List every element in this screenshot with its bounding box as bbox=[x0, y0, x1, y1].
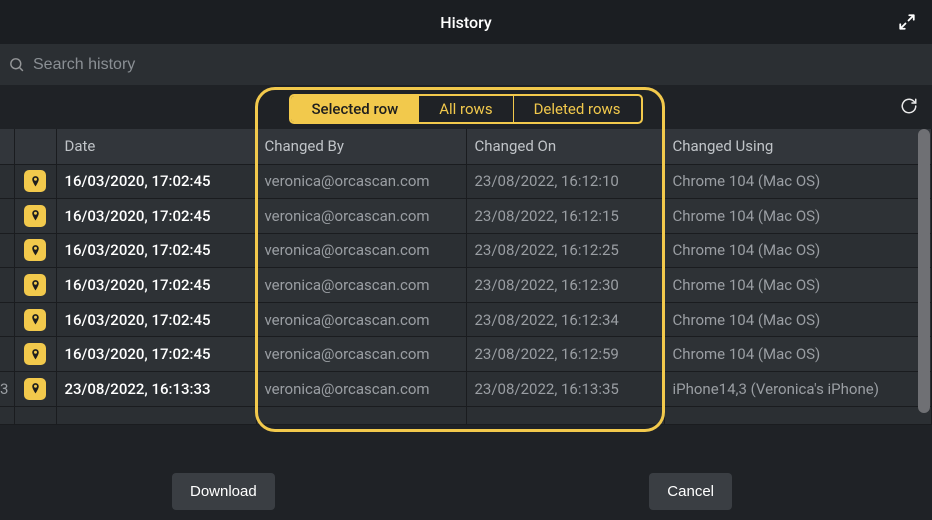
cell-changed-using: Chrome 104 (Mac OS) bbox=[664, 199, 932, 234]
cell-changed-by: veronica@orcascan.com bbox=[256, 337, 466, 372]
table-row-partial bbox=[0, 406, 932, 424]
table-row[interactable]: 16/03/2020, 17:02:45veronica@orcascan.co… bbox=[0, 164, 932, 199]
table-row[interactable]: 16/03/2020, 17:02:45veronica@orcascan.co… bbox=[0, 233, 932, 268]
cell-changed-by: veronica@orcascan.com bbox=[256, 199, 466, 234]
cell-changed-on: 23/08/2022, 16:12:30 bbox=[466, 268, 664, 303]
cell-pin[interactable] bbox=[14, 302, 56, 337]
location-pin-icon bbox=[24, 205, 46, 227]
col-pin bbox=[14, 129, 56, 164]
cell-date: 16/03/2020, 17:02:45 bbox=[56, 233, 256, 268]
table-row[interactable]: 16/03/2020, 17:02:45veronica@orcascan.co… bbox=[0, 337, 932, 372]
cell-changed-using: iPhone14,3 (Veronica's iPhone) bbox=[664, 372, 932, 407]
col-date[interactable]: Date bbox=[56, 129, 256, 164]
cell-date: 16/03/2020, 17:02:45 bbox=[56, 302, 256, 337]
cell-date: 16/03/2020, 17:02:45 bbox=[56, 268, 256, 303]
row-stub bbox=[0, 268, 14, 303]
expand-icon bbox=[898, 13, 916, 31]
cell-date: 16/03/2020, 17:02:45 bbox=[56, 337, 256, 372]
cell-changed-on: 23/08/2022, 16:12:34 bbox=[466, 302, 664, 337]
refresh-icon bbox=[900, 97, 918, 115]
cell-changed-by: veronica@orcascan.com bbox=[256, 164, 466, 199]
cell-pin[interactable] bbox=[14, 337, 56, 372]
tab-deleted-rows[interactable]: Deleted rows bbox=[513, 96, 641, 122]
cell-changed-on: 23/08/2022, 16:12:15 bbox=[466, 199, 664, 234]
location-pin-icon bbox=[24, 378, 46, 400]
search-icon bbox=[8, 56, 25, 73]
row-stub bbox=[0, 199, 14, 234]
table-header-row: Date Changed By Changed On Changed Using bbox=[0, 129, 932, 164]
cell-changed-by: veronica@orcascan.com bbox=[256, 372, 466, 407]
table-row[interactable]: 16/03/2020, 17:02:45veronica@orcascan.co… bbox=[0, 199, 932, 234]
footer: Download Cancel bbox=[0, 462, 932, 520]
cell-changed-by: veronica@orcascan.com bbox=[256, 302, 466, 337]
expand-button[interactable] bbox=[896, 11, 918, 33]
cell-date: 16/03/2020, 17:02:45 bbox=[56, 164, 256, 199]
location-pin-icon bbox=[24, 309, 46, 331]
cell-pin[interactable] bbox=[14, 372, 56, 407]
modal-title: History bbox=[440, 13, 492, 32]
row-stub bbox=[0, 302, 14, 337]
download-button[interactable]: Download bbox=[172, 473, 275, 510]
cell-pin[interactable] bbox=[14, 233, 56, 268]
col-changed-using[interactable]: Changed Using bbox=[664, 129, 932, 164]
cell-changed-on: 23/08/2022, 16:12:59 bbox=[466, 337, 664, 372]
search-bar bbox=[0, 44, 932, 85]
location-pin-icon bbox=[24, 239, 46, 261]
cell-pin[interactable] bbox=[14, 199, 56, 234]
table-row[interactable]: 16/03/2020, 17:02:45veronica@orcascan.co… bbox=[0, 302, 932, 337]
location-pin-icon bbox=[24, 343, 46, 365]
row-stub bbox=[0, 233, 14, 268]
row-stub bbox=[0, 337, 14, 372]
cell-changed-using: Chrome 104 (Mac OS) bbox=[664, 337, 932, 372]
tabs: Selected row All rows Deleted rows bbox=[289, 94, 642, 124]
cell-date: 16/03/2020, 17:02:45 bbox=[56, 199, 256, 234]
cell-changed-by: veronica@orcascan.com bbox=[256, 268, 466, 303]
tab-selected-row[interactable]: Selected row bbox=[291, 96, 418, 122]
row-stub bbox=[0, 164, 14, 199]
table-wrap: Date Changed By Changed On Changed Using… bbox=[0, 129, 932, 462]
col-changed-on[interactable]: Changed On bbox=[466, 129, 664, 164]
cell-pin[interactable] bbox=[14, 268, 56, 303]
location-pin-icon bbox=[24, 274, 46, 296]
cell-changed-using: Chrome 104 (Mac OS) bbox=[664, 268, 932, 303]
cell-changed-on: 23/08/2022, 16:13:35 bbox=[466, 372, 664, 407]
cell-date: 23/08/2022, 16:13:33 bbox=[56, 372, 256, 407]
search-input[interactable] bbox=[33, 56, 924, 74]
tab-all-rows[interactable]: All rows bbox=[418, 96, 512, 122]
modal-header: History bbox=[0, 0, 932, 44]
cell-changed-using: Chrome 104 (Mac OS) bbox=[664, 233, 932, 268]
scrollbar-thumb[interactable] bbox=[918, 129, 930, 413]
location-pin-icon bbox=[24, 170, 46, 192]
row-stub: 3 bbox=[0, 372, 14, 407]
cancel-button[interactable]: Cancel bbox=[649, 473, 732, 510]
cell-changed-by: veronica@orcascan.com bbox=[256, 233, 466, 268]
col-changed-by[interactable]: Changed By bbox=[256, 129, 466, 164]
tabs-row: Selected row All rows Deleted rows bbox=[0, 89, 932, 129]
history-table: Date Changed By Changed On Changed Using… bbox=[0, 129, 932, 425]
col-stub bbox=[0, 129, 14, 164]
cell-changed-on: 23/08/2022, 16:12:10 bbox=[466, 164, 664, 199]
refresh-button[interactable] bbox=[900, 97, 918, 119]
cell-changed-on: 23/08/2022, 16:12:25 bbox=[466, 233, 664, 268]
scrollbar-track[interactable] bbox=[918, 129, 930, 462]
cell-pin[interactable] bbox=[14, 164, 56, 199]
cell-changed-using: Chrome 104 (Mac OS) bbox=[664, 302, 932, 337]
table-row[interactable]: 3 23/08/2022, 16:13:33veronica@orcascan.c… bbox=[0, 372, 932, 407]
table-row[interactable]: 16/03/2020, 17:02:45veronica@orcascan.co… bbox=[0, 268, 932, 303]
cell-changed-using: Chrome 104 (Mac OS) bbox=[664, 164, 932, 199]
